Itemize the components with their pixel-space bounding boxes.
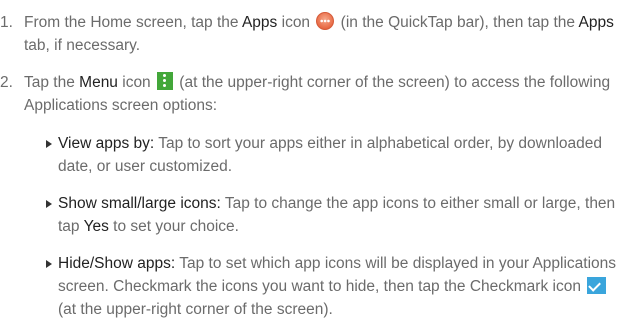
menu-icon xyxy=(157,72,173,90)
menu-term: Menu xyxy=(79,74,118,91)
bullet-arrow-icon xyxy=(46,200,52,208)
bullet-label: View apps by: xyxy=(58,135,155,152)
bullet-arrow-icon xyxy=(46,140,52,148)
text-run: to set your choice. xyxy=(108,218,239,235)
apps-icon xyxy=(316,12,335,30)
step-text: Tap the Menu icon (at the upper-right co… xyxy=(24,71,625,117)
text-run: Tap the xyxy=(24,74,80,91)
step-number: 2. xyxy=(0,74,13,91)
text-run: icon xyxy=(277,14,315,31)
step-number: 1. xyxy=(0,14,13,31)
bullet-arrow-icon xyxy=(46,260,52,268)
bullet-text: View apps by: Tap to sort your apps eith… xyxy=(58,132,625,178)
step-text: From the Home screen, tap the Apps icon … xyxy=(24,11,625,57)
bullet-label: Show small/large icons: xyxy=(58,195,221,212)
checkmark-icon xyxy=(587,277,607,294)
bullet-text: Show small/large icons: Tap to change th… xyxy=(58,192,625,238)
text-run: icon xyxy=(117,74,155,91)
yes-term: Yes xyxy=(83,218,109,235)
apps-term: Apps xyxy=(241,14,278,31)
apps-tab-term: Apps xyxy=(578,14,614,31)
bullet-label: Hide/Show apps: xyxy=(58,255,176,272)
text-run: (in the QuickTap bar), then tap the xyxy=(336,14,579,31)
text-run: (at the upper-right corner of the screen… xyxy=(58,301,333,318)
text-run: From the Home screen, tap the xyxy=(24,14,242,31)
bullet-text: Hide/Show apps: Tap to set which app ico… xyxy=(58,252,625,321)
text-run: tab, if necessary. xyxy=(24,37,141,54)
